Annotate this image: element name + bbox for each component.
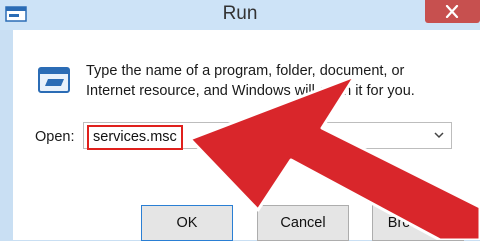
red-arrow-annotation [188, 74, 480, 240]
